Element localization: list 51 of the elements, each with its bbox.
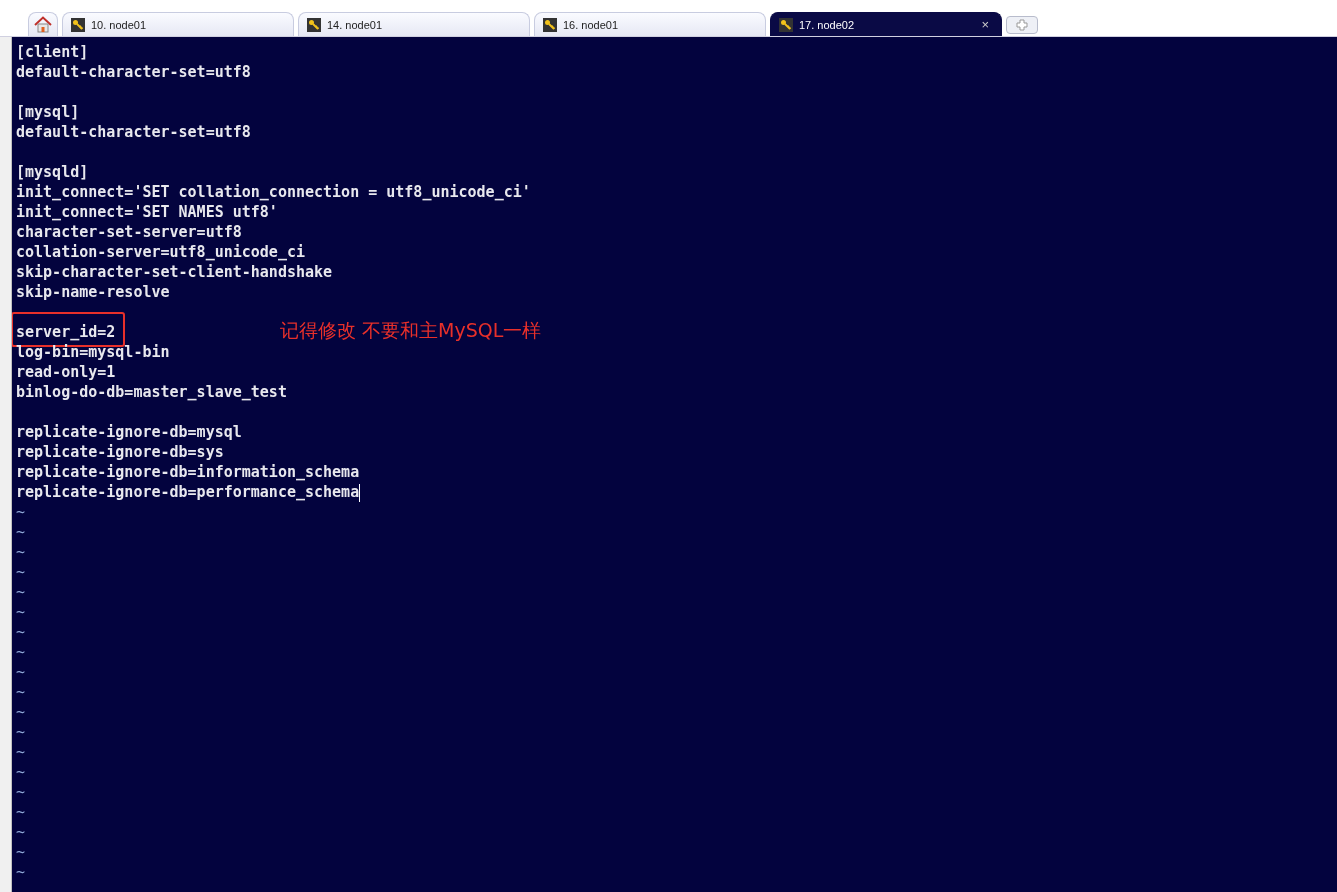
code-line: replicate-ignore-db=mysql: [16, 422, 242, 442]
empty-line-tilde: ~: [16, 762, 26, 782]
code-line: skip-character-set-client-handshake: [16, 262, 333, 282]
empty-line-tilde: ~: [16, 602, 26, 622]
code-line: character-set-server=utf8: [16, 222, 242, 242]
empty-line-tilde: ~: [16, 562, 26, 582]
code-line: server_id=2: [16, 322, 116, 342]
empty-line-tilde: ~: [16, 822, 26, 842]
code-line: skip-name-resolve: [16, 282, 170, 302]
code-line: replicate-ignore-db=information_schema: [16, 462, 360, 482]
code-line: init_connect='SET collation_connection = utf8_unicode_ci': [16, 182, 531, 202]
session-tab[interactable]: 16. node01: [534, 12, 766, 36]
code-line: init_connect='SET NAMES utf8': [16, 202, 278, 222]
empty-line-tilde: ~: [16, 862, 26, 882]
key-icon: [779, 17, 793, 32]
empty-line-tilde: ~: [16, 702, 26, 722]
code-line: [client]: [16, 42, 89, 62]
session-tab[interactable]: 17. node02 ×: [770, 12, 1002, 36]
code-line: default-character-set=utf8: [16, 62, 251, 82]
session-tab[interactable]: 14. node01: [298, 12, 530, 36]
empty-line-tilde: ~: [16, 622, 26, 642]
code-line: default-character-set=utf8: [16, 122, 251, 142]
home-icon: [34, 16, 52, 33]
code-line: [mysqld]: [16, 162, 89, 182]
empty-line-tilde: ~: [16, 722, 26, 742]
empty-line-tilde: ~: [16, 542, 26, 562]
close-icon[interactable]: ×: [977, 17, 993, 32]
home-tab[interactable]: [28, 12, 58, 36]
code-line: log-bin=mysql-bin: [16, 342, 170, 362]
annotation-text: 记得修改 不要和主MySQL一样: [280, 318, 542, 342]
empty-line-tilde: ~: [16, 782, 26, 802]
code-line: replicate-ignore-db=performance_schema: [16, 482, 360, 502]
empty-line-tilde: ~: [16, 582, 26, 602]
key-icon: [307, 17, 321, 32]
empty-line-tilde: ~: [16, 682, 26, 702]
empty-line-tilde: ~: [16, 642, 26, 662]
code-line: replicate-ignore-db=sys: [16, 442, 224, 462]
empty-line-tilde: ~: [16, 662, 26, 682]
code-line: read-only=1: [16, 362, 116, 382]
session-tab[interactable]: 10. node01: [62, 12, 294, 36]
key-icon: [543, 17, 557, 32]
plus-icon: [1016, 19, 1028, 31]
empty-line-tilde: ~: [16, 802, 26, 822]
empty-line-tilde: ~: [16, 842, 26, 862]
empty-line-tilde: ~: [16, 522, 26, 542]
key-icon: [71, 17, 85, 32]
code-line: binlog-do-db=master_slave_test: [16, 382, 287, 402]
code-line: [mysql]: [16, 102, 80, 122]
code-line: collation-server=utf8_unicode_ci: [16, 242, 305, 262]
empty-line-tilde: ~: [16, 742, 26, 762]
empty-line-tilde: ~: [16, 502, 26, 522]
